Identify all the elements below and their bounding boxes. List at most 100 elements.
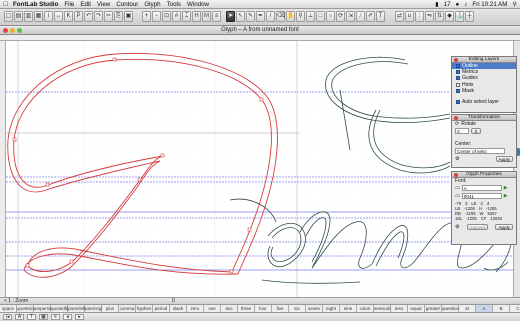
- wifi-icon[interactable]: ●: [456, 0, 460, 9]
- center-select[interactable]: Center of selct: [455, 148, 505, 154]
- contour-tool-icon[interactable]: ✎: [246, 11, 255, 22]
- grid-icon[interactable]: #: [172, 11, 181, 22]
- checkbox-metrics[interactable]: [456, 70, 460, 75]
- vertical-ruler[interactable]: [0, 41, 6, 297]
- options-icon[interactable]: ⚙: [455, 224, 459, 230]
- glyph-cell[interactable]: B: [493, 305, 510, 312]
- volume-icon[interactable]: ♪: [464, 0, 467, 9]
- scale-tool-icon[interactable]: ⇲: [346, 11, 355, 22]
- ellipse-tool-icon[interactable]: ○: [326, 11, 335, 22]
- hand-tool-icon[interactable]: ✋: [286, 11, 295, 22]
- glyph-cell[interactable]: colon: [357, 305, 374, 312]
- go-icon[interactable]: ▶: [504, 185, 508, 191]
- open-icon[interactable]: ▤: [14, 11, 23, 22]
- close-panel-icon[interactable]: [454, 173, 458, 177]
- menu-clock[interactable]: Fri 10:21 AM: [472, 0, 507, 9]
- close-panel-icon[interactable]: [454, 58, 458, 62]
- glyph-cell[interactable]: hyphen: [136, 305, 153, 312]
- align-icon[interactable]: ⫶: [415, 11, 424, 22]
- eraser-tool-icon[interactable]: ⌫: [276, 11, 285, 22]
- menu-glyph[interactable]: Glyph: [144, 0, 160, 9]
- mask-icon[interactable]: M: [202, 11, 211, 22]
- menu-app[interactable]: FontLab Studio: [13, 0, 58, 9]
- options-icon[interactable]: ⚙: [455, 156, 459, 162]
- rotate-input[interactable]: 0: [455, 128, 469, 134]
- node-point[interactable]: [160, 153, 165, 158]
- zoom-tool-icon[interactable]: ⚲: [296, 11, 305, 22]
- auto-select-row[interactable]: Auto select layer: [452, 99, 516, 105]
- node-point[interactable]: [229, 269, 234, 274]
- metric-value[interactable]: 13048: [490, 216, 502, 221]
- minimize-window-icon[interactable]: [10, 28, 15, 33]
- glyph-cell[interactable]: six: [289, 305, 306, 312]
- glyph-properties-header[interactable]: Glyph Properties: [452, 172, 516, 178]
- glyph-cell[interactable]: parenleft: [68, 305, 86, 312]
- menu-window[interactable]: Window: [187, 0, 209, 9]
- zoom-window-icon[interactable]: [17, 28, 22, 33]
- node-point[interactable]: [69, 259, 74, 264]
- checkbox-mask[interactable]: [456, 88, 460, 93]
- glyph-cell[interactable]: zero: [187, 305, 204, 312]
- print-icon[interactable]: ▦: [34, 11, 43, 22]
- checkbox-outline[interactable]: [456, 64, 460, 69]
- glyph-cell[interactable]: eight: [323, 305, 340, 312]
- glyph-cell[interactable]: period: [153, 305, 170, 312]
- paste-icon[interactable]: ▣: [124, 11, 133, 22]
- metric-value[interactable]: 181: [455, 216, 462, 221]
- anchor-icon[interactable]: ⚓: [455, 11, 464, 22]
- glyph-cell[interactable]: comma: [119, 305, 136, 312]
- zoom-out-icon[interactable]: −: [152, 11, 161, 22]
- layers-icon[interactable]: ≡: [212, 11, 221, 22]
- glyph-cell[interactable]: at: [459, 305, 476, 312]
- next-glyph-icon[interactable]: ▸: [75, 314, 84, 320]
- battery-icon[interactable]: ▮: [435, 0, 438, 9]
- metrics-mode-icon[interactable]: |◂: [3, 314, 12, 320]
- menu-view[interactable]: View: [97, 0, 110, 9]
- checkbox-guides[interactable]: [456, 76, 460, 81]
- metrics-icon[interactable]: ↔: [54, 11, 63, 22]
- node-point[interactable]: [25, 263, 30, 268]
- preview-icon[interactable]: P: [74, 11, 83, 22]
- flip-icon[interactable]: ⇋: [425, 11, 434, 22]
- edit-tool-icon[interactable]: ↖: [236, 11, 245, 22]
- metric-value[interactable]: -1205: [466, 216, 477, 221]
- undo-icon[interactable]: ↶: [84, 11, 93, 22]
- glyph-cell[interactable]: ampersand: [34, 305, 57, 312]
- editing-layers-header[interactable]: Editing Layers: [452, 57, 516, 63]
- layout-icon[interactable]: ▦: [39, 314, 48, 320]
- glyph-cell[interactable]: five: [272, 305, 289, 312]
- glyph-cell[interactable]: two: [221, 305, 238, 312]
- kern-mode-icon[interactable]: A: [15, 314, 24, 320]
- menu-edit[interactable]: Edit: [80, 0, 91, 9]
- glyph-cell[interactable]: quotesingle: [17, 305, 40, 312]
- zoom-in-icon[interactable]: +: [142, 11, 151, 22]
- merge-icon[interactable]: ∪: [405, 11, 414, 22]
- glyph-cell[interactable]: equal: [408, 305, 425, 312]
- go-icon[interactable]: ▶: [504, 193, 508, 199]
- unicode-input[interactable]: 0041: [461, 193, 502, 199]
- brush-tool-icon[interactable]: ✐: [366, 11, 375, 22]
- menu-file[interactable]: File: [64, 0, 74, 9]
- close-window-icon[interactable]: [3, 28, 8, 33]
- layer-mask[interactable]: Mask: [452, 88, 516, 94]
- redo-icon[interactable]: ↷: [94, 11, 103, 22]
- pointer-tool-icon[interactable]: ➤: [226, 11, 235, 22]
- search-icon[interactable]: ⚲: [512, 0, 517, 9]
- node-point[interactable]: [247, 227, 252, 232]
- knife-tool-icon[interactable]: /: [266, 11, 275, 22]
- transformation-header[interactable]: Transformation: [452, 115, 516, 121]
- glyph-properties-apply-button[interactable]: Apply: [495, 224, 513, 230]
- glyph-cell[interactable]: question: [442, 305, 459, 312]
- node-point[interactable]: [12, 137, 17, 142]
- guide-icon[interactable]: ┼: [465, 11, 474, 22]
- menu-tools[interactable]: Tools: [167, 0, 181, 9]
- glyph-drawing[interactable]: [0, 35, 520, 297]
- checkbox-hints[interactable]: [456, 82, 460, 87]
- glyph-properties-cancel-button[interactable]: Cancel: [467, 224, 488, 230]
- node-point[interactable]: [137, 177, 142, 182]
- glyph-cell[interactable]: parenright: [85, 305, 105, 312]
- glyph-cell[interactable]: less: [391, 305, 408, 312]
- kerning-icon[interactable]: K: [64, 11, 73, 22]
- mirror-icon[interactable]: ⇅: [435, 11, 444, 22]
- reverse-icon[interactable]: ⇄: [395, 11, 404, 22]
